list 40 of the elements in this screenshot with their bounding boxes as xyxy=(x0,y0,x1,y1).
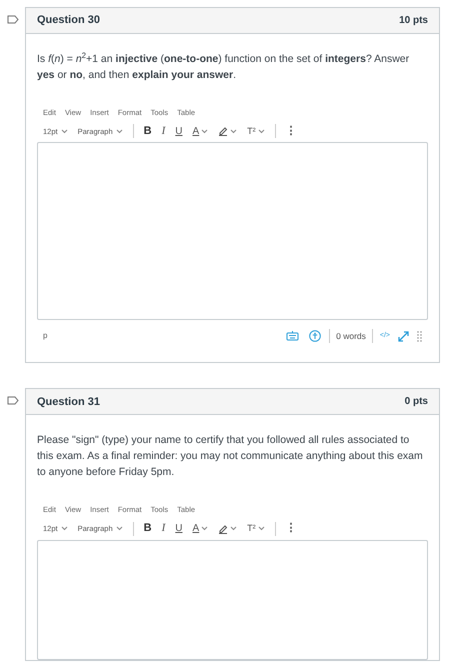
bold-button[interactable]: B xyxy=(144,520,152,537)
text-color-button[interactable]: A xyxy=(192,124,208,139)
flag-icon[interactable] xyxy=(6,396,18,406)
text-color-button[interactable]: A xyxy=(192,521,208,536)
bold-button[interactable]: B xyxy=(144,123,152,140)
underline-button[interactable]: U xyxy=(175,124,182,139)
expand-icon[interactable] xyxy=(397,330,410,343)
chevron-icon xyxy=(116,526,123,531)
chevron-icon xyxy=(116,128,123,134)
question-text: Is f(n) = n$^{2}$+1 an injective (one-to-one) function on the set of integers? Answer yes or no, and then explain your answer. xyxy=(37,51,410,83)
resize-handle-icon[interactable] xyxy=(417,330,422,342)
chevron-icon xyxy=(258,526,265,531)
flag-icon[interactable] xyxy=(6,15,18,24)
highlight-button[interactable] xyxy=(218,524,238,534)
chevron-icon xyxy=(60,526,68,531)
question-text: Please "sign" (type) your name to certify that you followed all rules associated to this exam. As a final reminder: you may not communicate anything about this exam to anyone before Friday 5pm. xyxy=(37,433,424,480)
element-path: p xyxy=(43,330,48,342)
italic-button[interactable]: I xyxy=(162,520,166,537)
chevron-icon xyxy=(201,128,208,134)
highlight-button[interactable] xyxy=(218,126,238,136)
accessibility-icon[interactable] xyxy=(309,330,322,342)
highlighter-icon xyxy=(218,524,228,534)
italic-button[interactable]: I xyxy=(162,123,166,140)
underline-button[interactable]: U xyxy=(175,521,182,536)
superscript-button[interactable]: T² xyxy=(247,124,265,138)
highlighter-icon xyxy=(218,126,228,136)
more-button[interactable]: ⋮ xyxy=(286,123,297,140)
question-title: Question 30 xyxy=(37,13,100,28)
more-button[interactable]: ⋮ xyxy=(286,520,297,537)
question-points: 0 pts xyxy=(404,395,428,410)
chevron-icon xyxy=(230,526,238,531)
chevron-icon xyxy=(258,128,265,134)
chevron-icon xyxy=(201,526,208,531)
question-points: 10 pts xyxy=(399,14,428,28)
word-count[interactable]: 0 words xyxy=(336,330,366,343)
superscript-button[interactable]: T² xyxy=(247,522,265,536)
chevron-icon xyxy=(230,128,238,134)
keyboard-icon[interactable] xyxy=(286,331,300,342)
question-title: Question 31 xyxy=(37,394,100,410)
chevron-icon xyxy=(60,128,68,134)
